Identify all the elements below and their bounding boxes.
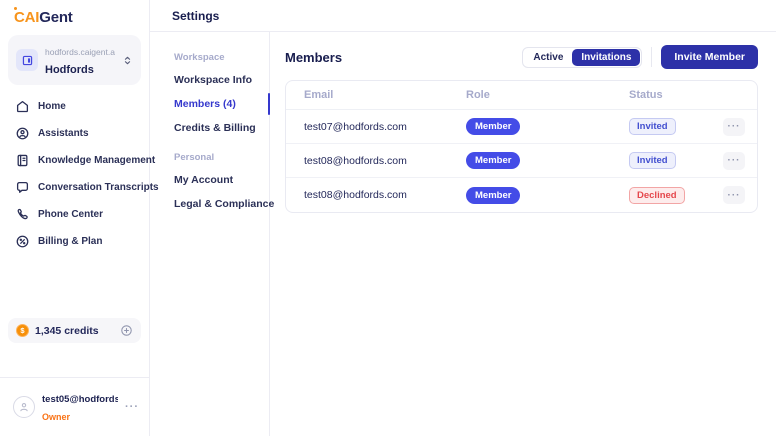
coin-icon <box>16 324 29 337</box>
table-row: test07@hodfords.com Member Invited <box>286 110 757 144</box>
add-credits-button[interactable] <box>120 324 133 337</box>
sidebar-item-label: Billing & Plan <box>38 236 102 247</box>
members-panel: Members Active Invitations Invite Member… <box>270 32 776 436</box>
status-badge: Declined <box>629 187 685 204</box>
header-separator <box>651 47 652 67</box>
column-header-email: Email <box>304 89 466 101</box>
knowledge-icon <box>15 153 30 168</box>
workspace-domain: hodfords.caigent.ai <box>45 47 115 57</box>
settings-item-workspace-info[interactable]: Workspace Info <box>174 68 269 92</box>
member-email: test07@hodfords.com <box>304 121 466 133</box>
sidebar-item-home[interactable]: Home <box>0 93 149 120</box>
sidebar-item-label: Phone Center <box>38 209 103 220</box>
status-badge: Invited <box>629 152 676 169</box>
row-more-button[interactable] <box>723 152 745 170</box>
settings-item-legal-compliance[interactable]: Legal & Compliance <box>174 192 269 216</box>
member-email: test08@hodfords.com <box>304 155 466 167</box>
members-filter-toggle: Active Invitations <box>522 47 642 68</box>
user-role-badge: Owner <box>42 412 70 422</box>
app-window: CAIGent hodfords.caigent.ai Hodfords <box>0 0 776 436</box>
brand-logo-orange: CAI <box>14 9 39 26</box>
table-row: test08@hodfords.com Member Declined <box>286 178 757 212</box>
brand-logo: CAIGent <box>0 0 149 31</box>
workspace-selector[interactable]: hodfords.caigent.ai Hodfords <box>8 35 141 85</box>
sidebar: CAIGent hodfords.caigent.ai Hodfords <box>0 0 150 436</box>
row-more-button[interactable] <box>723 186 745 204</box>
sidebar-nav: Home Assistants Knowledge Management Con… <box>0 87 149 255</box>
settings-nav: Workspace Workspace Info Members (4) Cre… <box>150 32 270 436</box>
sidebar-item-conversation-transcripts[interactable]: Conversation Transcripts <box>0 174 149 201</box>
sidebar-item-label: Assistants <box>38 128 89 139</box>
sidebar-item-billing-plan[interactable]: Billing & Plan <box>0 228 149 255</box>
sidebar-item-knowledge-management[interactable]: Knowledge Management <box>0 147 149 174</box>
member-email: test08@hodfords.com <box>304 189 466 201</box>
credits-label: 1,345 credits <box>35 325 99 337</box>
sidebar-item-assistants[interactable]: Assistants <box>0 120 149 147</box>
settings-item-members[interactable]: Members (4) <box>174 92 269 116</box>
sidebar-item-label: Home <box>38 101 66 112</box>
settings-item-my-account[interactable]: My Account <box>174 168 269 192</box>
sidebar-item-label: Conversation Transcripts <box>38 182 159 193</box>
sidebar-item-label: Knowledge Management <box>38 155 155 166</box>
settings-item-credits-billing[interactable]: Credits & Billing <box>174 116 269 140</box>
status-badge: Invited <box>629 118 676 135</box>
page-title: Settings <box>172 9 219 23</box>
invite-member-button[interactable]: Invite Member <box>661 45 758 69</box>
user-profile[interactable]: test05@hodfords.co.. Owner <box>0 378 149 436</box>
workspace-selector-text: hodfords.caigent.ai Hodfords <box>45 42 115 78</box>
brand-logo-navy: Gent <box>39 9 72 26</box>
transcripts-icon <box>15 180 30 195</box>
person-icon <box>13 396 35 418</box>
billing-icon <box>15 234 30 249</box>
home-icon <box>15 99 30 114</box>
workspace-icon <box>16 49 38 71</box>
role-badge: Member <box>466 152 520 169</box>
user-email: test05@hodfords.co.. <box>42 394 118 405</box>
column-header-status: Status <box>629 89 705 101</box>
members-header-actions: Active Invitations Invite Member <box>522 45 758 69</box>
sidebar-item-phone-center[interactable]: Phone Center <box>0 201 149 228</box>
settings-section-label-workspace: Workspace <box>174 52 269 63</box>
role-badge: Member <box>466 187 520 204</box>
phone-icon <box>15 207 30 222</box>
topbar: Settings <box>150 0 776 32</box>
credits-box: 1,345 credits <box>8 318 141 343</box>
members-table: Email Role Status test07@hodfords.com Me… <box>285 80 758 213</box>
workspace-name: Hodfords <box>45 64 94 76</box>
settings-section-label-personal: Personal <box>174 152 269 163</box>
chevron-updown-icon <box>122 54 133 67</box>
user-info: test05@hodfords.co.. Owner <box>42 389 118 425</box>
user-more-button[interactable] <box>125 401 139 413</box>
table-row: test08@hodfords.com Member Invited <box>286 144 757 178</box>
members-header: Members Active Invitations Invite Member <box>285 45 758 69</box>
assistants-icon <box>15 126 30 141</box>
main-area: Settings Workspace Workspace Info Member… <box>150 0 776 436</box>
column-header-role: Role <box>466 89 629 101</box>
tab-invitations[interactable]: Invitations <box>572 49 640 66</box>
row-more-button[interactable] <box>723 118 745 136</box>
table-header-row: Email Role Status <box>286 81 757 110</box>
main-body: Workspace Workspace Info Members (4) Cre… <box>150 32 776 436</box>
role-badge: Member <box>466 118 520 135</box>
members-title: Members <box>285 50 342 65</box>
tab-active[interactable]: Active <box>524 49 572 66</box>
